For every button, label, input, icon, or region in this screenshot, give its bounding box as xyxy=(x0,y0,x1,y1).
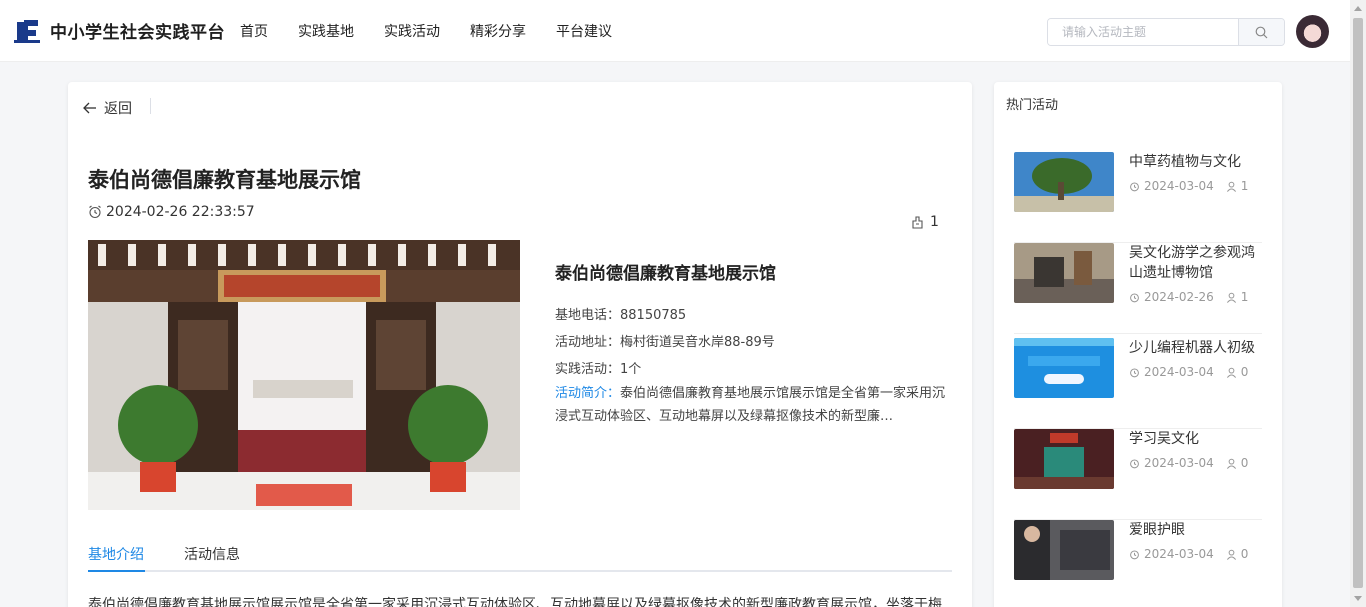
site-logo[interactable]: 中小学生社会实践平台 xyxy=(14,16,225,44)
like-button[interactable]: 1 xyxy=(911,214,939,230)
participant-count: 0 xyxy=(1240,365,1249,379)
search-input[interactable] xyxy=(1048,19,1238,45)
scroll-up-arrow[interactable] xyxy=(1354,6,1362,11)
tab-activity-info[interactable]: 活动信息 xyxy=(184,544,240,564)
alarm-clock-icon xyxy=(1130,181,1139,191)
scroll-thumb[interactable] xyxy=(1353,18,1363,588)
activity-name: 爱眼护眼 xyxy=(1129,522,1185,538)
alarm-clock-icon xyxy=(89,205,101,219)
phone-value: 88150785 xyxy=(620,308,687,323)
activity-meta: 2024-03-04 1 xyxy=(1129,179,1248,193)
participant-count: 1 xyxy=(1240,179,1249,193)
activity-meta: 2024-02-26 1 xyxy=(1129,290,1248,304)
info-address: 活动地址：梅村街道吴音水岸88-89号 xyxy=(555,331,775,350)
activity-thumbnail xyxy=(1014,520,1114,580)
activity-thumbnail xyxy=(1014,338,1114,398)
page-scrollbar[interactable] xyxy=(1350,0,1366,607)
hot-activity-item[interactable]: 吴文化游学之参观鸿山遗址博物馆 2024-02-26 1 xyxy=(1014,243,1262,334)
participant-count: 0 xyxy=(1240,547,1249,561)
activity-date: 2024-03-04 xyxy=(1144,547,1214,561)
user-icon xyxy=(1226,292,1236,303)
activity-date: 2024-03-04 xyxy=(1144,365,1214,379)
site-title: 中小学生社会实践平台 xyxy=(50,22,225,43)
search-box xyxy=(1047,18,1285,46)
activity-name: 吴文化游学之参观鸿山遗址博物馆 xyxy=(1129,245,1255,281)
hot-activity-item[interactable]: 爱眼护眼 2024-03-04 0 xyxy=(1014,520,1262,607)
alarm-clock-icon xyxy=(1130,458,1139,468)
logo-icon xyxy=(14,16,42,44)
nav-suggestions[interactable]: 平台建议 xyxy=(556,21,612,41)
desc-label: 活动简介： xyxy=(555,386,621,401)
activity-name: 中草药植物与文化 xyxy=(1129,154,1241,170)
nav-home[interactable]: 首页 xyxy=(240,21,268,41)
activity-date: 2024-03-04 xyxy=(1144,456,1214,470)
alarm-clock-icon xyxy=(1130,292,1139,302)
tab-active-indicator xyxy=(88,570,145,572)
search-button[interactable] xyxy=(1238,19,1284,45)
back-button[interactable]: 返回 xyxy=(82,98,132,118)
user-icon xyxy=(1226,181,1236,192)
nav-activities[interactable]: 实践活动 xyxy=(384,21,440,41)
activity-date: 2024-03-04 xyxy=(1144,179,1214,193)
hot-activities-panel: 热门活动 中草药植物与文化 2024-03-04 1 吴文化游学之参观鸿山遗址博… xyxy=(994,82,1282,607)
activity-meta: 2024-03-04 0 xyxy=(1129,456,1248,470)
detail-card: 返回 泰伯尚德倡廉教育基地展示馆 2024-02-26 22:33:57 1 泰… xyxy=(68,82,972,607)
publish-datetime: 2024-02-26 22:33:57 xyxy=(106,204,255,220)
hot-activity-item[interactable]: 中草药植物与文化 2024-03-04 1 xyxy=(1014,152,1262,243)
tab-base-intro[interactable]: 基地介绍 xyxy=(88,544,144,564)
activity-name: 少儿编程机器人初级 xyxy=(1129,340,1255,356)
like-count: 1 xyxy=(930,214,939,230)
base-intro-text: 泰伯尚德倡廉教育基地展示馆展示馆是全省第一家采用沉浸式互动体验区、互动地幕屏以及… xyxy=(88,597,942,607)
nav-bases[interactable]: 实践基地 xyxy=(298,21,354,41)
user-icon xyxy=(1226,549,1236,560)
activities-value: 1个 xyxy=(620,362,642,377)
address-value: 梅村街道吴音水岸88-89号 xyxy=(620,335,775,350)
like-icon xyxy=(912,216,923,229)
info-title: 泰伯尚德倡廉教育基地展示馆 xyxy=(555,264,776,284)
arrow-left-icon xyxy=(83,102,96,114)
activity-meta: 2024-03-04 0 xyxy=(1129,365,1248,379)
activity-name: 学习吴文化 xyxy=(1129,431,1199,447)
activity-date: 2024-02-26 xyxy=(1144,290,1214,304)
main-nav: 首页 实践基地 实践活动 精彩分享 平台建议 xyxy=(240,0,642,62)
address-label: 活动地址： xyxy=(555,335,621,350)
back-label: 返回 xyxy=(104,101,132,117)
search-icon xyxy=(1255,26,1268,38)
nav-share[interactable]: 精彩分享 xyxy=(470,21,526,41)
user-icon xyxy=(1226,458,1236,469)
hot-activity-item[interactable]: 学习吴文化 2024-03-04 0 xyxy=(1014,429,1262,520)
base-photo xyxy=(88,240,520,510)
info-phone: 基地电话：88150785 xyxy=(555,304,686,323)
user-avatar[interactable] xyxy=(1296,15,1329,48)
phone-label: 基地电话： xyxy=(555,308,621,323)
page-title: 泰伯尚德倡廉教育基地展示馆 xyxy=(88,168,361,192)
activity-meta: 2024-03-04 0 xyxy=(1129,547,1248,561)
activities-label: 实践活动： xyxy=(555,362,621,377)
alarm-clock-icon xyxy=(1130,367,1139,377)
activity-thumbnail xyxy=(1014,152,1114,212)
info-description: 活动简介：泰伯尚德倡廉教育基地展示馆展示馆是全省第一家采用沉浸式互动体验区、互动… xyxy=(555,382,951,428)
hot-activity-item[interactable]: 少儿编程机器人初级 2024-03-04 0 xyxy=(1014,338,1262,429)
user-icon xyxy=(1226,367,1236,378)
publish-time: 2024-02-26 22:33:57 xyxy=(88,204,255,220)
activity-thumbnail xyxy=(1014,429,1114,489)
info-activities: 实践活动：1个 xyxy=(555,358,641,377)
participant-count: 0 xyxy=(1240,456,1249,470)
divider xyxy=(150,98,151,114)
scroll-down-arrow[interactable] xyxy=(1354,596,1362,601)
top-header: 中小学生社会实践平台 首页 实践基地 实践活动 精彩分享 平台建议 xyxy=(0,0,1350,62)
tab-bar: 基地介绍 活动信息 xyxy=(88,542,952,572)
alarm-clock-icon xyxy=(1130,549,1139,559)
panel-title: 热门活动 xyxy=(1006,98,1059,113)
participant-count: 1 xyxy=(1240,290,1249,304)
activity-thumbnail xyxy=(1014,243,1114,303)
